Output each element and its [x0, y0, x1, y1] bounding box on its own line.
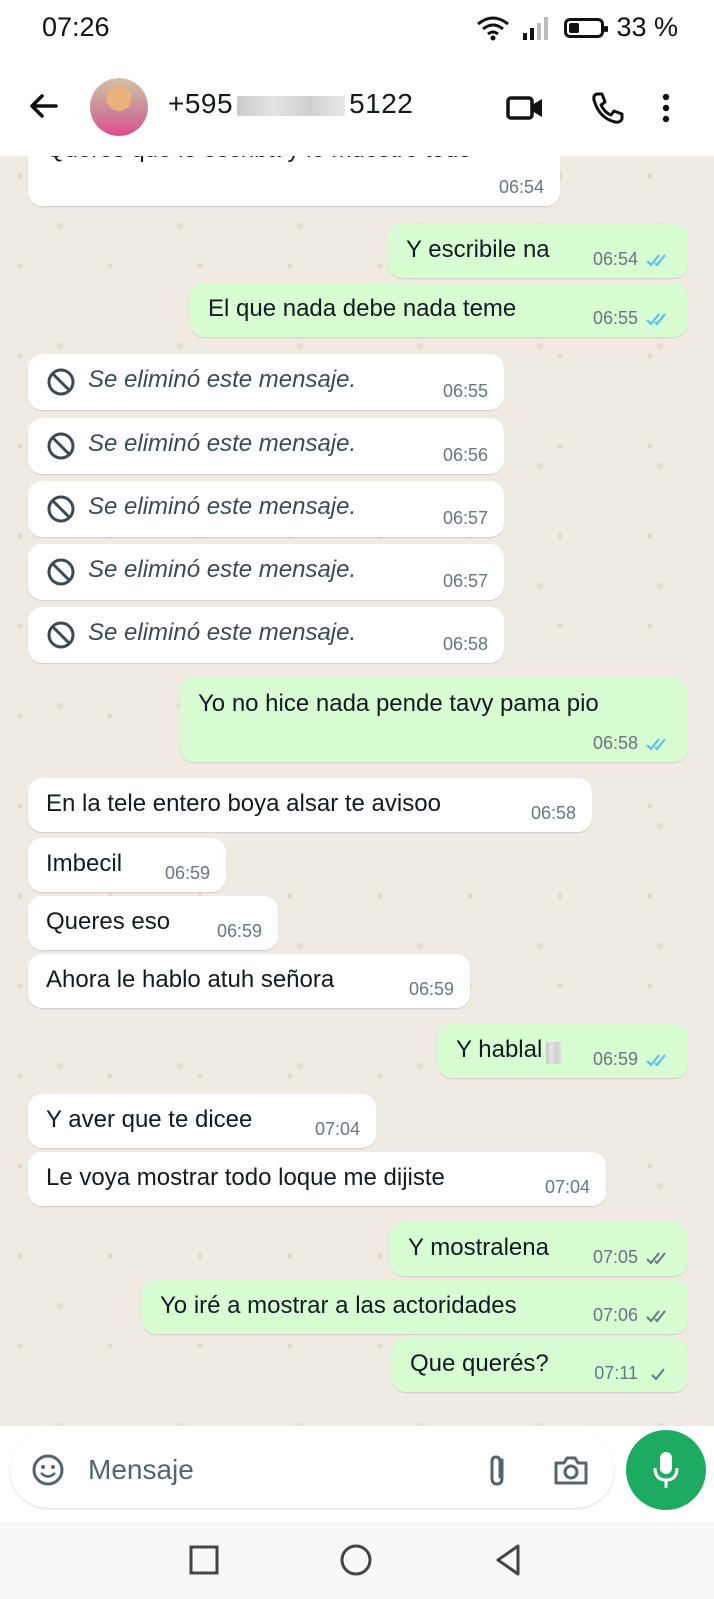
status-bar: 07:26 33 % — [0, 0, 714, 56]
signal-icon — [523, 16, 549, 40]
message-outgoing[interactable]: Y hablal 06:59 — [438, 1024, 688, 1078]
battery-icon — [564, 17, 609, 38]
message-input[interactable]: Mensaje — [88, 1454, 194, 1486]
battery-level: 33 % — [616, 12, 678, 42]
message-outgoing[interactable]: Yo iré a mostrar a las actoridades 07:06 — [142, 1280, 688, 1334]
contact-name[interactable]: +595 5122 — [168, 88, 413, 120]
attach-icon[interactable] — [480, 1452, 516, 1488]
message-incoming[interactable]: Le voya mostrar todo loque me dijiste 07… — [28, 1152, 606, 1206]
message-deleted[interactable]: Se eliminó este mensaje. 06:56 — [28, 418, 504, 474]
phone-icon[interactable] — [587, 88, 627, 128]
contact-avatar[interactable] — [90, 78, 148, 136]
voice-message-button[interactable] — [626, 1430, 706, 1510]
redacted-text — [546, 1042, 562, 1064]
delivered-ticks-icon — [646, 1310, 666, 1323]
chat-header: +595 5122 — [0, 56, 714, 156]
status-time: 07:26 — [42, 12, 110, 42]
block-icon — [47, 495, 75, 523]
message-incoming[interactable]: En la tele entero boya alsar te avisoo 0… — [28, 778, 592, 832]
emoji-icon[interactable] — [30, 1452, 66, 1488]
camera-icon[interactable] — [552, 1452, 590, 1488]
read-ticks-icon — [646, 1054, 666, 1067]
read-ticks-icon — [646, 313, 666, 326]
message-incoming[interactable]: Imbecil 06:59 — [28, 838, 226, 892]
nav-recents-icon[interactable] — [186, 1542, 222, 1578]
message-outgoing[interactable]: Yo no hice nada pende tavy pama pio 06:5… — [180, 678, 688, 762]
message-outgoing[interactable]: Y escribile na 06:54 — [388, 224, 688, 278]
read-ticks-icon — [646, 254, 666, 267]
wifi-icon — [477, 16, 510, 40]
message-incoming[interactable]: Queres que le escriba y le muestre todo … — [28, 156, 560, 206]
block-icon — [47, 432, 75, 460]
video-call-icon[interactable] — [505, 88, 545, 128]
block-icon — [47, 621, 75, 649]
message-outgoing[interactable]: Que querés? 07:11 — [392, 1338, 688, 1392]
chat-area[interactable]: Queres que le escriba y le muestre todo … — [0, 156, 714, 1426]
back-arrow-icon[interactable] — [24, 86, 64, 126]
message-deleted[interactable]: Se eliminó este mensaje. 06:57 — [28, 481, 504, 537]
message-incoming[interactable]: Ahora le hablo atuh señora 06:59 — [28, 954, 470, 1008]
nav-back-icon[interactable] — [490, 1542, 526, 1578]
message-deleted[interactable]: Se eliminó este mensaje. 06:57 — [28, 544, 504, 600]
message-incoming[interactable]: Y aver que te dicee 07:04 — [28, 1094, 376, 1148]
sent-tick-icon — [651, 1368, 665, 1381]
message-incoming[interactable]: Queres eso 06:59 — [28, 896, 278, 950]
message-outgoing[interactable]: Y mostralena 07:05 — [390, 1222, 688, 1276]
block-icon — [47, 368, 75, 396]
message-deleted[interactable]: Se eliminó este mensaje. 06:58 — [28, 607, 504, 663]
system-nav-bar — [0, 1522, 714, 1599]
redacted-number — [237, 95, 346, 116]
message-composer[interactable]: Mensaje — [10, 1432, 614, 1508]
message-deleted[interactable]: Se eliminó este mensaje. 06:55 — [28, 354, 504, 410]
message-outgoing[interactable]: El que nada debe nada teme 06:55 — [190, 283, 688, 337]
block-icon — [47, 558, 75, 586]
read-ticks-icon — [646, 738, 666, 751]
more-vert-icon[interactable] — [656, 88, 676, 128]
mic-icon — [653, 1452, 679, 1488]
nav-home-icon[interactable] — [338, 1542, 374, 1578]
delivered-ticks-icon — [646, 1252, 666, 1265]
